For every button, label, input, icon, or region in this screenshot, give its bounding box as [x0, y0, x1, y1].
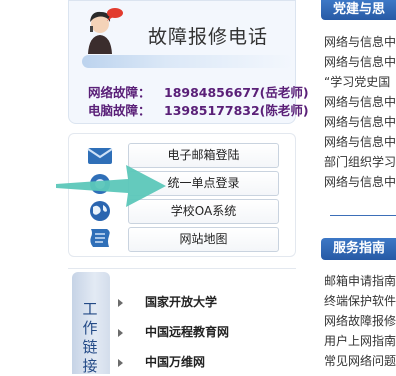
site-map-button[interactable]: 网站地图 — [128, 227, 279, 252]
party-news-item[interactable]: 网络与信息中 — [324, 113, 396, 130]
hotline-title: 故障报修电话 — [148, 26, 269, 48]
party-news-item[interactable]: 网络与信息中 — [324, 53, 396, 70]
pc-fault-phone: 13985177832(陈老师) — [164, 103, 309, 118]
arrow-pointer-icon — [56, 165, 166, 207]
pc-fault-label: 电脑故障： — [88, 103, 151, 118]
support-agent-icon — [88, 8, 123, 54]
network-fault-row: 网络故障： 18984856677(岳老师) — [88, 82, 309, 101]
party-news-item[interactable]: 网络与信息中 — [324, 33, 396, 50]
work-link-item[interactable]: 中国万维网 — [118, 353, 205, 370]
service-guide-item[interactable]: 常见网络问题 — [324, 352, 396, 369]
service-guide-item[interactable]: 用户上网指南 — [324, 332, 396, 349]
work-link-item[interactable]: 国家开放大学 — [118, 293, 217, 310]
work-link-label: 中国远程教育网 — [145, 325, 230, 339]
service-guide-item[interactable]: 邮箱申请指南 — [324, 272, 396, 289]
map-icon — [90, 229, 110, 247]
work-link-label: 中国万维网 — [145, 355, 206, 369]
triangle-bullet-icon — [118, 328, 123, 337]
service-guide-item[interactable]: 终端保护软件 — [324, 292, 396, 309]
service-guide-item[interactable]: 网络故障报修 — [324, 312, 396, 329]
work-links-tab-label: 工作链接 — [82, 300, 98, 375]
party-section-header[interactable]: 党建与思 — [321, 0, 396, 20]
party-news-item[interactable]: 网络与信息中 — [324, 93, 396, 110]
triangle-bullet-icon — [118, 358, 123, 367]
party-news-item[interactable]: 网络与信息中 — [324, 173, 396, 190]
party-news-item[interactable]: 网络与信息中 — [324, 133, 396, 150]
triangle-bullet-icon — [118, 298, 123, 307]
party-news-item[interactable]: “学习党史国 — [324, 73, 390, 90]
network-fault-label: 网络故障： — [88, 85, 151, 100]
service-section-header[interactable]: 服务指南 — [321, 238, 396, 260]
hotline-divider — [82, 55, 293, 68]
pc-fault-row: 电脑故障： 13985177832(陈老师) — [88, 100, 309, 119]
work-link-item[interactable]: 中国远程教育网 — [118, 323, 229, 340]
section-divider — [330, 215, 396, 216]
work-link-label: 国家开放大学 — [145, 295, 218, 309]
party-news-item[interactable]: 部门组织学习 — [324, 153, 396, 170]
network-fault-phone: 18984856677(岳老师) — [164, 85, 309, 100]
